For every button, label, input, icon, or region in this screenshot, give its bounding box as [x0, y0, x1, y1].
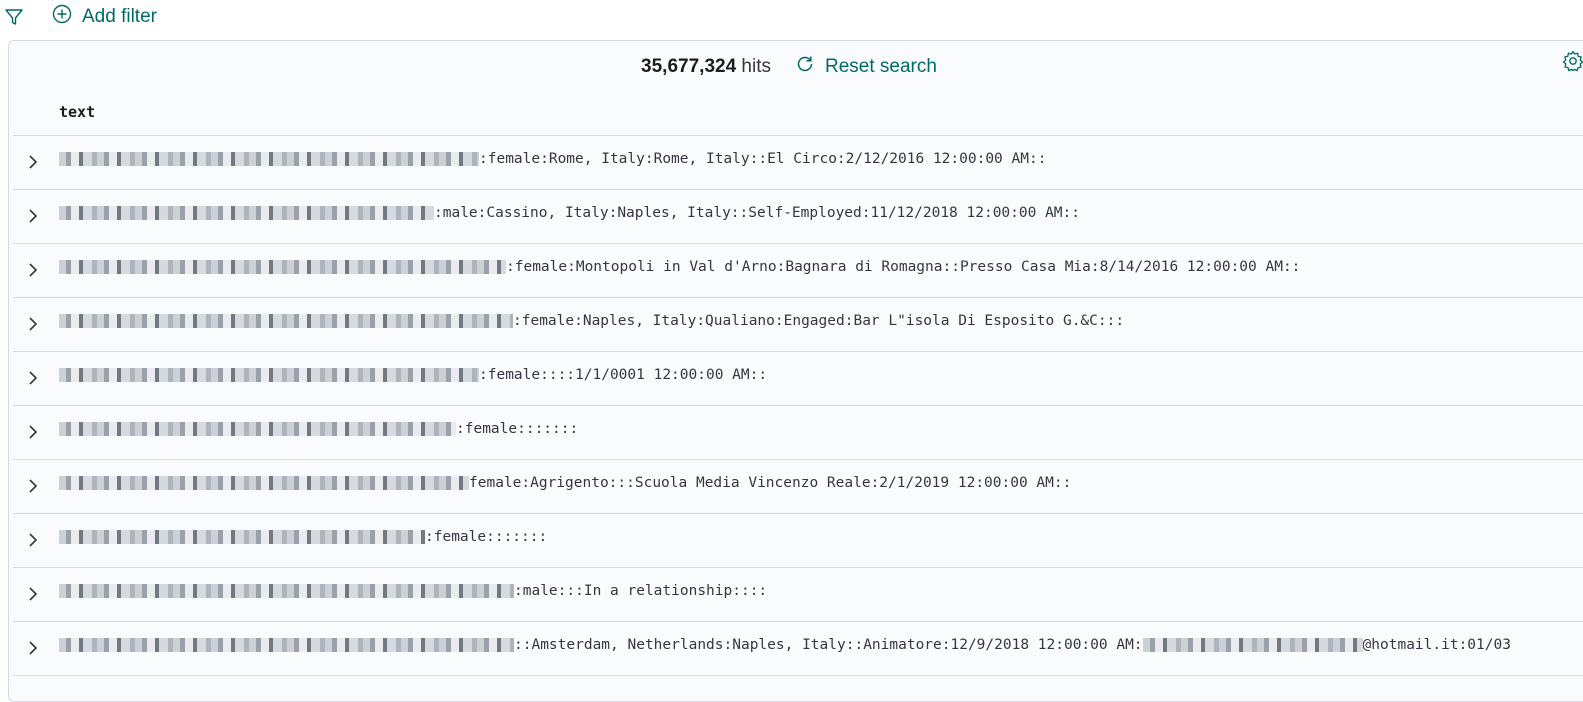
redacted-block [59, 638, 514, 652]
table-row: female:Agrigento:::Scuola Media Vincenzo… [13, 460, 1583, 514]
row-text: :female::::::: [59, 421, 578, 437]
redacted-block [59, 530, 425, 544]
row-text: ::Amsterdam, Netherlands:Naples, Italy::… [59, 637, 1511, 653]
chevron-right-icon[interactable] [23, 422, 43, 442]
chevron-right-icon[interactable] [23, 314, 43, 334]
chevron-right-icon[interactable] [23, 530, 43, 550]
reset-search-button[interactable]: Reset search [795, 54, 937, 80]
row-text: :female:Naples, Italy:Qualiano:Engaged:B… [59, 313, 1124, 329]
results-table: :female:Rome, Italy:Rome, Italy::El Circ… [13, 135, 1583, 676]
table-row: :male:Cassino, Italy:Naples, Italy::Self… [13, 190, 1583, 244]
chevron-right-icon[interactable] [23, 260, 43, 280]
row-text: :female::::1/1/0001 12:00:00 AM:: [59, 367, 767, 383]
row-text: :female:Montopoli in Val d'Arno:Bagnara … [59, 259, 1300, 275]
chevron-right-icon[interactable] [23, 368, 43, 388]
redacted-block [59, 152, 479, 166]
row-text: :female:Rome, Italy:Rome, Italy::El Circ… [59, 151, 1046, 167]
chevron-right-icon[interactable] [23, 152, 43, 172]
hits-label: hits [741, 56, 771, 77]
table-row: :female::::::: [13, 406, 1583, 460]
row-text: :male:::In a relationship:::: [59, 583, 767, 599]
table-row: :female::::1/1/0001 12:00:00 AM:: [13, 352, 1583, 406]
hits-bar: 35,677,324 hits Reset search [9, 51, 1583, 83]
redacted-block [59, 584, 514, 598]
hits-count: 35,677,324 hits [641, 56, 771, 78]
refresh-icon [795, 54, 815, 80]
redacted-block [59, 368, 479, 382]
filter-bar: Add filter [0, 0, 1583, 34]
results-panel: 35,677,324 hits Reset search text :femal… [8, 40, 1583, 702]
table-row: :female:Naples, Italy:Qualiano:Engaged:B… [13, 298, 1583, 352]
redacted-block [59, 260, 506, 274]
table-row: :female::::::: [13, 514, 1583, 568]
table-row: :female:Rome, Italy:Rome, Italy::El Circ… [13, 136, 1583, 190]
redacted-block [59, 206, 434, 220]
add-filter-label: Add filter [82, 6, 157, 27]
add-filter-button[interactable]: Add filter [52, 4, 157, 30]
reset-search-label: Reset search [825, 56, 937, 77]
redacted-block [59, 422, 456, 436]
hits-number: 35,677,324 [641, 56, 737, 77]
row-text: female:Agrigento:::Scuola Media Vincenzo… [59, 475, 1071, 491]
chevron-right-icon[interactable] [23, 206, 43, 226]
redacted-block [59, 314, 513, 328]
chevron-right-icon[interactable] [23, 638, 43, 658]
funnel-icon[interactable] [4, 7, 24, 27]
row-text: :male:Cassino, Italy:Naples, Italy::Self… [59, 205, 1080, 221]
table-row: :female:Montopoli in Val d'Arno:Bagnara … [13, 244, 1583, 298]
table-row: ::Amsterdam, Netherlands:Naples, Italy::… [13, 622, 1583, 676]
redacted-block [59, 476, 469, 490]
column-header-text[interactable]: text [59, 103, 95, 121]
gear-icon[interactable] [1561, 49, 1583, 73]
chevron-right-icon[interactable] [23, 476, 43, 496]
redacted-block [1142, 638, 1363, 652]
chevron-right-icon[interactable] [23, 584, 43, 604]
table-row: :male:::In a relationship:::: [13, 568, 1583, 622]
row-text: :female::::::: [59, 529, 547, 545]
plus-circle-icon [52, 4, 72, 30]
